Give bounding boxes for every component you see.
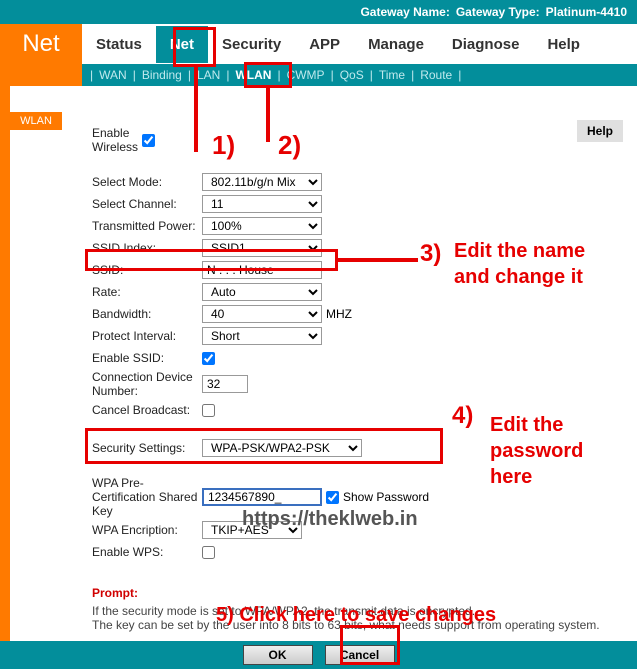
left-column: WLAN bbox=[10, 86, 82, 659]
security-settings-dropdown[interactable]: WPA-PSK/WPA2-PSK bbox=[202, 439, 362, 457]
tab-app[interactable]: APP bbox=[295, 26, 354, 63]
enable-wps-checkbox[interactable] bbox=[202, 546, 215, 559]
cancel-broadcast-checkbox[interactable] bbox=[202, 404, 215, 417]
prompt-line1: If the security mode is set to WPA/WPA2,… bbox=[92, 604, 627, 618]
rate-dropdown[interactable]: Auto bbox=[202, 283, 322, 301]
enable-wireless-label: Enable Wireless bbox=[92, 126, 142, 154]
subnav: | WAN | Binding | LAN | WLAN | CWMP | Qo… bbox=[82, 64, 637, 86]
subnav-lan[interactable]: LAN bbox=[193, 65, 224, 85]
subnav-qos[interactable]: QoS bbox=[336, 65, 368, 85]
subnav-row: | WAN | Binding | LAN | WLAN | CWMP | Qo… bbox=[0, 64, 637, 86]
form-zone: Help Enable Wireless Select Mode: 802.11… bbox=[82, 86, 637, 659]
enable-wps-label: Enable WPS: bbox=[92, 545, 202, 559]
wpa-key-label: WPA Pre-Certification Shared Key bbox=[92, 476, 202, 518]
cancel-button[interactable]: Cancel bbox=[325, 645, 395, 665]
bandwidth-unit: MHZ bbox=[326, 307, 352, 321]
gateway-type-label: Gateway Type: bbox=[456, 5, 540, 19]
prompt-line2: The key can be set by the user into 8 bi… bbox=[92, 618, 627, 632]
bandwidth-label: Bandwidth: bbox=[92, 307, 202, 321]
body: WLAN Help Enable Wireless Select Mode: 8… bbox=[0, 86, 637, 659]
content-area: WLAN Help Enable Wireless Select Mode: 8… bbox=[10, 86, 637, 659]
tab-diagnose[interactable]: Diagnose bbox=[438, 26, 534, 63]
ok-button[interactable]: OK bbox=[243, 645, 313, 665]
wlan-badge[interactable]: WLAN bbox=[10, 112, 62, 130]
subnav-wlan[interactable]: WLAN bbox=[231, 65, 275, 85]
select-channel-dropdown[interactable]: 11 bbox=[202, 195, 322, 213]
tx-power-dropdown[interactable]: 100% bbox=[202, 217, 322, 235]
tab-net[interactable]: Net bbox=[156, 26, 208, 63]
tab-manage[interactable]: Manage bbox=[354, 26, 438, 63]
brand-logo: Net bbox=[0, 24, 82, 64]
show-password-checkbox[interactable] bbox=[326, 491, 339, 504]
subnav-time[interactable]: Time bbox=[375, 65, 409, 85]
subnav-gap bbox=[0, 64, 82, 86]
main-nav: Net Status Net Security APP Manage Diagn… bbox=[0, 24, 637, 64]
help-pill[interactable]: Help bbox=[577, 120, 623, 142]
enable-ssid-checkbox[interactable] bbox=[202, 352, 215, 365]
tx-power-label: Transmitted Power: bbox=[92, 219, 202, 233]
show-password-label: Show Password bbox=[343, 490, 429, 504]
row-enable-wireless: Enable Wireless bbox=[92, 126, 627, 154]
select-mode-dropdown[interactable]: 802.11b/g/n Mix bbox=[202, 173, 322, 191]
tab-help[interactable]: Help bbox=[533, 26, 594, 63]
ssid-index-label: SSID Index: bbox=[92, 241, 202, 255]
select-channel-label: Select Channel: bbox=[92, 197, 202, 211]
protect-interval-dropdown[interactable]: Short bbox=[202, 327, 322, 345]
prompt-title: Prompt: bbox=[92, 586, 627, 600]
gateway-name-label: Gateway Name: bbox=[360, 5, 449, 19]
protect-interval-label: Protect Interval: bbox=[92, 329, 202, 343]
select-mode-label: Select Mode: bbox=[92, 175, 202, 189]
conn-device-label: Connection Device Number: bbox=[92, 370, 202, 398]
tab-security[interactable]: Security bbox=[208, 26, 295, 63]
subnav-cwmp[interactable]: CWMP bbox=[283, 65, 329, 85]
wpa-key-input[interactable] bbox=[202, 488, 322, 506]
cancel-broadcast-label: Cancel Broadcast: bbox=[92, 403, 202, 417]
ssid-label: SSID: bbox=[92, 263, 202, 277]
subnav-wan[interactable]: WAN bbox=[95, 65, 131, 85]
conn-device-input[interactable] bbox=[202, 375, 248, 393]
top-bar: Gateway Name: Gateway Type: Platinum-441… bbox=[0, 0, 637, 24]
tab-status[interactable]: Status bbox=[82, 26, 156, 63]
left-orange-strip bbox=[0, 86, 10, 659]
rate-label: Rate: bbox=[92, 285, 202, 299]
watermark-url: https://theklweb.in bbox=[242, 508, 418, 531]
enable-ssid-label: Enable SSID: bbox=[92, 351, 202, 365]
prompt-block: Prompt: If the security mode is set to W… bbox=[92, 586, 627, 632]
tab-strip: Status Net Security APP Manage Diagnose … bbox=[82, 24, 637, 64]
security-settings-label: Security Settings: bbox=[92, 441, 202, 455]
gateway-type-value: Platinum-4410 bbox=[546, 5, 627, 19]
wpa-encryption-label: WPA Encription: bbox=[92, 523, 202, 537]
bottom-bar: OK Cancel bbox=[0, 641, 637, 669]
subnav-binding[interactable]: Binding bbox=[138, 65, 186, 85]
subnav-route[interactable]: Route bbox=[416, 65, 456, 85]
ssid-input[interactable] bbox=[202, 261, 322, 279]
enable-wireless-checkbox[interactable] bbox=[142, 134, 155, 147]
bandwidth-dropdown[interactable]: 40 bbox=[202, 305, 322, 323]
ssid-index-dropdown[interactable]: SSID1 bbox=[202, 239, 322, 257]
